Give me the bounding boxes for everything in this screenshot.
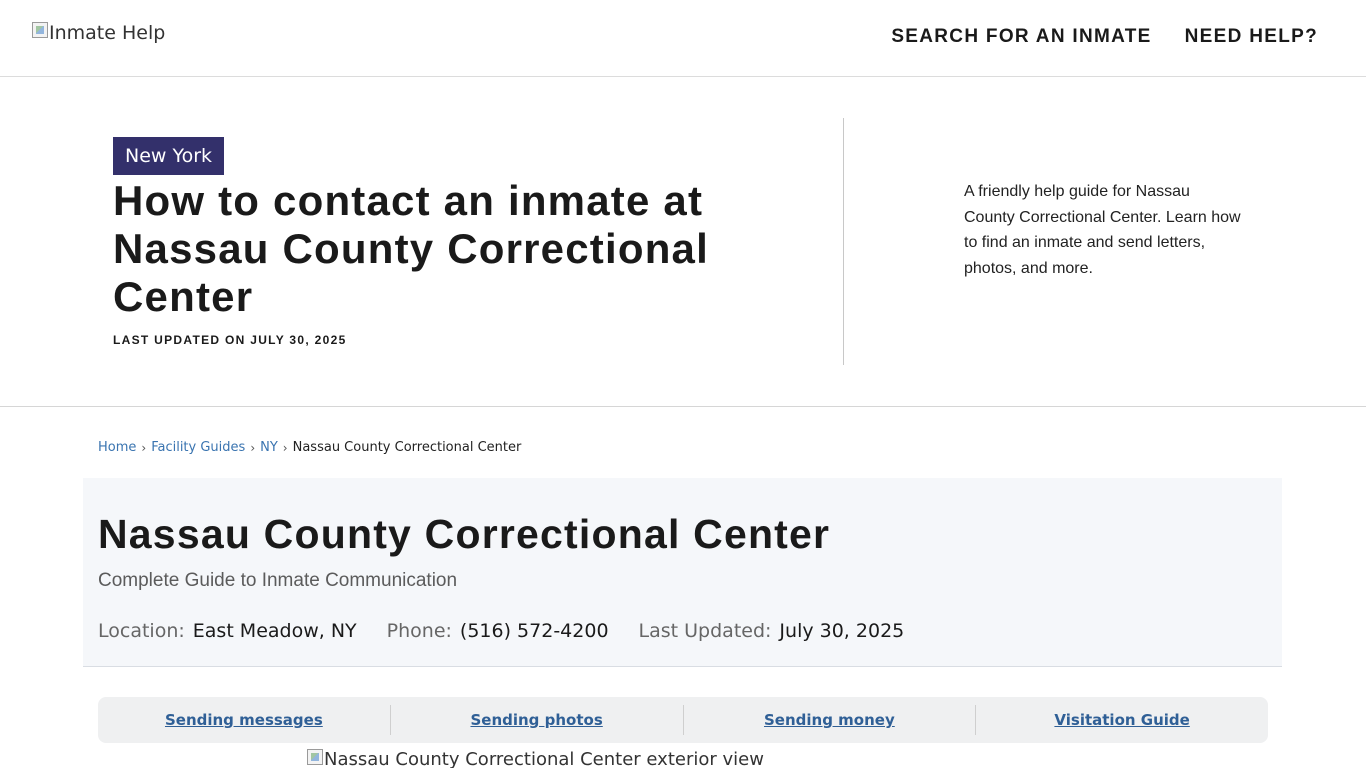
logo-alt-text: Inmate Help (49, 22, 166, 44)
nav-search-for-inmate[interactable]: SEARCH FOR AN INMATE (891, 26, 1151, 48)
facility-meta: Location: East Meadow, NY Phone: (516) 572… (98, 620, 904, 642)
location-value: East Meadow, NY (192, 620, 357, 642)
updated-label: Last Updated: (638, 620, 772, 642)
site-header: Inmate Help SEARCH FOR AN INMATE NEED HE… (0, 0, 1366, 77)
tab-visitation-guide[interactable]: Visitation Guide (976, 697, 1268, 743)
location-label: Location: (98, 620, 185, 642)
tab-sending-photos[interactable]: Sending photos (391, 697, 683, 743)
facility-subtitle: Complete Guide to Inmate Communication (98, 570, 458, 591)
breadcrumb-current: Nassau County Correctional Center (292, 440, 522, 455)
updated-meta: Last Updated: July 30, 2025 (639, 620, 905, 642)
facility-exterior-image: Nassau County Correctional Center exteri… (307, 749, 764, 768)
location-meta: Location: East Meadow, NY (98, 620, 357, 642)
phone-value: (516) 572-4200 (459, 620, 609, 642)
breadcrumb-facility-guides[interactable]: Facility Guides (151, 440, 245, 455)
page-title: How to contact an inmate at Nassau Count… (113, 177, 709, 320)
state-tag[interactable]: New York (113, 137, 225, 175)
site-logo[interactable]: Inmate Help (32, 22, 165, 44)
breadcrumb-separator: › (282, 440, 288, 455)
nav-need-help[interactable]: NEED HELP? (1185, 26, 1318, 48)
broken-image-icon (32, 22, 48, 38)
breadcrumb: Home › Facility Guides › NY › Nassau Cou… (98, 440, 521, 455)
hero-description: A friendly help guide for Nassau County … (964, 183, 1241, 277)
breadcrumb-separator: › (250, 440, 256, 455)
breadcrumb-separator: › (141, 440, 147, 455)
facility-title: Nassau County Correctional Center (98, 511, 831, 557)
breadcrumb-home[interactable]: Home (98, 440, 136, 455)
updated-value: July 30, 2025 (779, 620, 905, 642)
broken-image-icon (307, 749, 323, 765)
tab-sending-money[interactable]: Sending money (684, 697, 976, 743)
section-tabs: Sending messages Sending photos Sending … (98, 697, 1268, 743)
tab-sending-messages[interactable]: Sending messages (98, 697, 390, 743)
facility-card: Nassau County Correctional Center Comple… (83, 478, 1282, 667)
exterior-image-alt-text: Nassau County Correctional Center exteri… (324, 749, 764, 768)
breadcrumb-state[interactable]: NY (260, 440, 278, 455)
hero-divider (843, 118, 844, 365)
hero-section: New York How to contact an inmate at Nas… (0, 77, 1366, 407)
phone-meta: Phone: (516) 572-4200 (387, 620, 609, 642)
phone-label: Phone: (386, 620, 452, 642)
main-nav: SEARCH FOR AN INMATE NEED HELP? (891, 26, 1318, 48)
last-updated-note: LAST UPDATED ON JULY 30, 2025 (113, 333, 347, 347)
